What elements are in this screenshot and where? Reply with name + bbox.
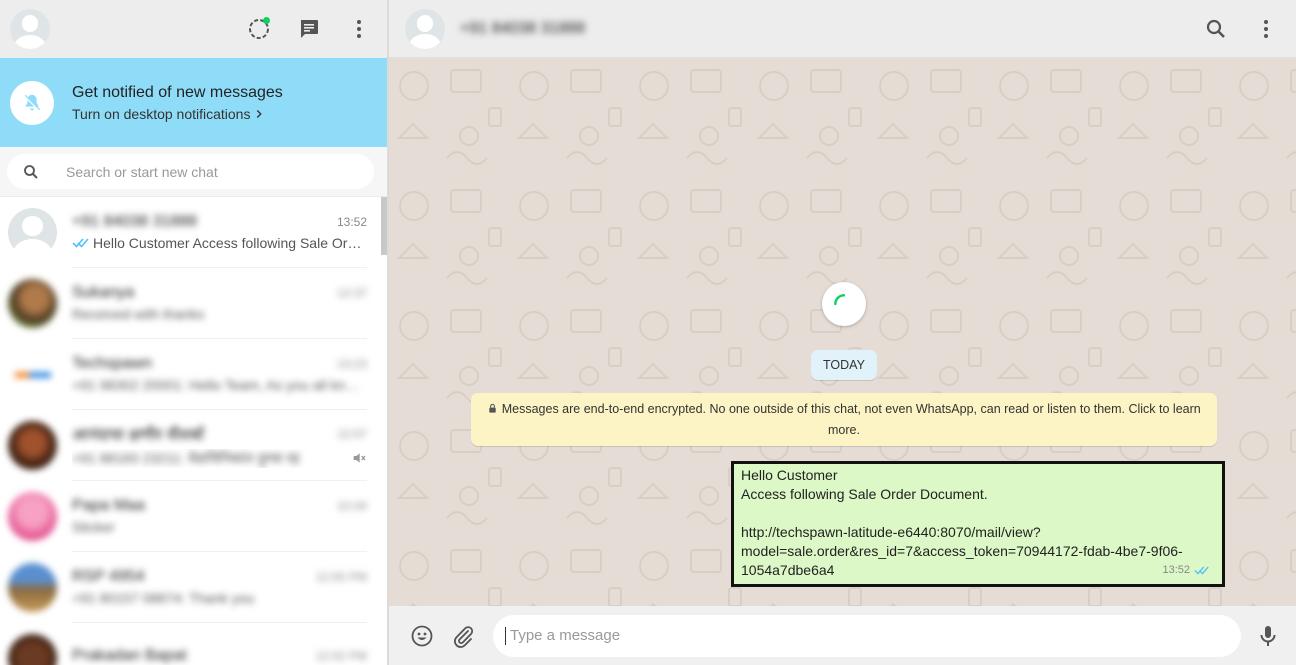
chat-item[interactable]: आनंदाचा क्षणीर वीशबाँ 12:07 +91 88183 23… [0, 410, 387, 481]
avatar [8, 208, 57, 257]
message-input-box[interactable] [493, 614, 1241, 657]
search-bar [0, 147, 387, 197]
loading-spinner [822, 282, 866, 326]
chat-item[interactable]: Papa Maa 10:34 Sticker [0, 481, 387, 552]
avatar [8, 350, 57, 399]
date-divider: TODAY [811, 350, 877, 380]
chevron-right-icon [257, 109, 263, 118]
chat-list-scrollbar[interactable] [381, 197, 387, 255]
chat-time: 12:55 PM [315, 570, 367, 584]
message-area[interactable]: TODAY Messages are end-to-end encrypted.… [389, 58, 1296, 606]
notification-title: Get notified of new messages [72, 83, 283, 101]
chat-item[interactable]: Sukanya 12:37 Received with thanks [0, 268, 387, 339]
chat-item[interactable]: +91 84038 31888 13:52 Hello Customer Acc… [0, 197, 387, 268]
emoji-icon[interactable] [409, 623, 435, 649]
menu-icon[interactable] [1254, 17, 1278, 41]
chat-preview: Sticker [72, 519, 115, 535]
chat-time: 12:37 [336, 286, 367, 300]
lock-icon [489, 403, 496, 413]
chat-time: 13:52 [336, 215, 367, 229]
mic-icon[interactable] [1256, 624, 1280, 648]
message-input[interactable] [505, 626, 1229, 645]
chat-name: आनंदाचा क्षणीर वीशबाँ [72, 426, 204, 444]
contact-name[interactable]: +91 84038 31888 [460, 20, 585, 38]
chat-preview: Hello Customer Access following Sale Ord… [93, 235, 367, 251]
new-chat-icon[interactable] [297, 17, 321, 41]
chat-time: 12:07 [336, 426, 367, 441]
attach-icon[interactable] [451, 624, 475, 648]
muted-icon [353, 453, 366, 463]
avatar [8, 634, 57, 665]
chat-item[interactable]: Prakadan Bapat 12:02 PM [0, 623, 387, 665]
chat-time: 10:34 [336, 499, 367, 513]
avatar [8, 421, 57, 470]
menu-icon[interactable] [347, 17, 371, 41]
message-link[interactable]: 1054a7dbe6a4 [741, 561, 1214, 580]
chat-list: +91 84038 31888 13:52 Hello Customer Acc… [0, 197, 387, 665]
encryption-notice[interactable]: Messages are end-to-end encrypted. No on… [471, 393, 1217, 446]
status-icon[interactable] [247, 17, 271, 41]
composer [389, 606, 1296, 665]
conversation-header[interactable]: +91 84038 31888 [389, 0, 1296, 58]
search-icon[interactable] [1204, 17, 1228, 41]
contact-avatar[interactable] [405, 8, 445, 49]
status-unread-dot [263, 17, 270, 24]
notification-banner[interactable]: Get notified of new messages Turn on des… [0, 58, 387, 147]
chat-time: 12:02 PM [315, 649, 367, 663]
chat-preview: +91 98302 20001: Hello Team, As you all … [72, 377, 367, 393]
avatar [8, 563, 57, 612]
bell-off-icon [10, 80, 54, 125]
chat-preview: +91 88183 23211: वेडाचिनिकांत तुम्चा रह [72, 449, 300, 466]
message-link[interactable]: model=sale.order&res_id=7&access_token=7… [741, 542, 1214, 561]
chat-preview: +91 80157 08874: Thank you [72, 590, 255, 606]
double-check-icon [1194, 566, 1209, 575]
chat-item[interactable]: RSP 4954 12:55 PM +91 80157 08874: Thank… [0, 552, 387, 623]
avatar [8, 492, 57, 541]
left-header [0, 0, 387, 58]
search-input[interactable] [66, 163, 326, 180]
chat-name: Techspawn [72, 355, 153, 372]
message-time: 13:52 [1162, 564, 1190, 576]
chat-list-pane: Get notified of new messages Turn on des… [0, 0, 388, 665]
encryption-text: Messages are end-to-end encrypted. No on… [501, 402, 1201, 437]
chat-time: 13:23 [336, 357, 367, 371]
chat-name: Papa Maa [72, 497, 145, 514]
chat-name: Prakadan Bapat [72, 647, 187, 664]
message-line: Access following Sale Order Document. [741, 486, 988, 502]
chat-preview: Received with thanks [72, 306, 205, 322]
outgoing-message[interactable]: Hello Customer Access following Sale Ord… [731, 461, 1225, 587]
search-icon [24, 164, 38, 179]
message-line [741, 504, 1214, 523]
search-box[interactable] [7, 154, 374, 189]
chat-name: +91 84038 31888 [72, 213, 198, 230]
message-line: Hello Customer [741, 467, 838, 483]
message-link[interactable]: http://techspawn-latitude-e6440:8070/mai… [741, 523, 1214, 542]
notification-subtitle: Turn on desktop notifications [72, 105, 251, 122]
chat-name: Sukanya [72, 284, 135, 301]
double-check-icon [72, 238, 89, 248]
chat-item[interactable]: Techspawn 13:23 +91 98302 20001: Hello T… [0, 339, 387, 410]
my-avatar[interactable] [10, 9, 50, 49]
conversation-pane: +91 84038 31888 TODAY Messages are end-t… [389, 0, 1296, 665]
chat-name: RSP 4954 [72, 568, 145, 585]
notification-link[interactable]: Turn on desktop notifications [72, 106, 283, 122]
avatar [8, 279, 57, 328]
